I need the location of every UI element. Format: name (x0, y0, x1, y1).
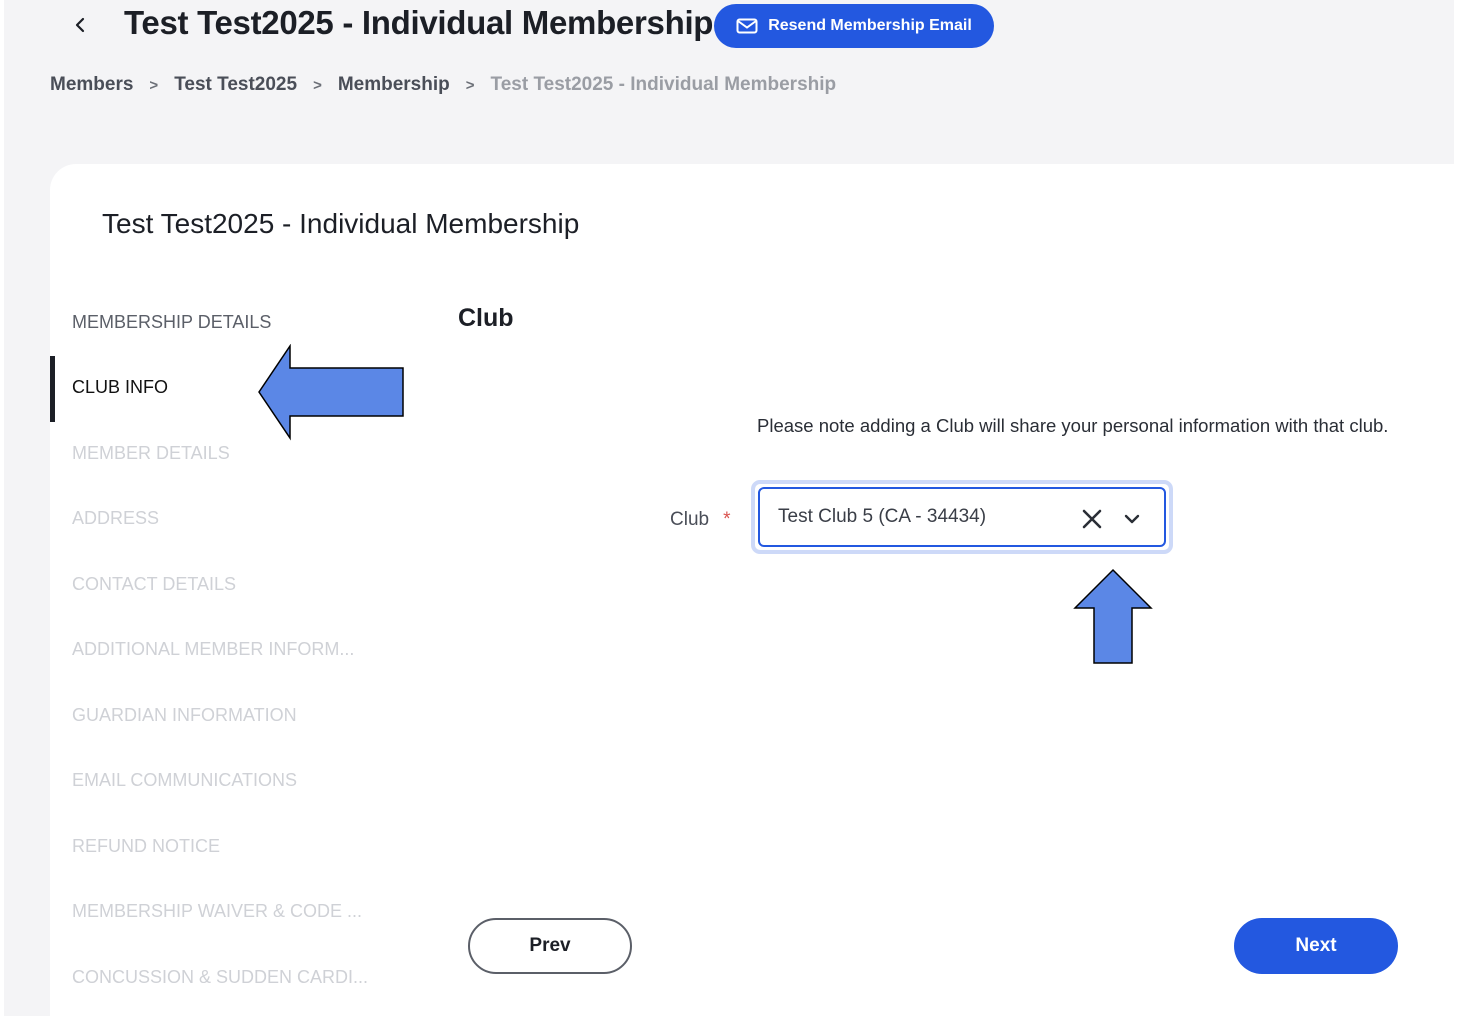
breadcrumb-current: Test Test2025 - Individual Membership (490, 74, 837, 95)
step-address[interactable]: ADDRESS (72, 508, 159, 529)
step-membership-details[interactable]: MEMBERSHIP DETAILS (72, 312, 271, 333)
club-select-value: Test Club 5 (CA - 34434) (778, 506, 987, 527)
breadcrumb-members[interactable]: Members (50, 74, 133, 96)
club-select[interactable]: Test Club 5 (CA - 34434) (758, 487, 1166, 547)
next-button[interactable]: Next (1234, 918, 1398, 974)
step-refund-notice[interactable]: REFUND NOTICE (72, 836, 220, 857)
resend-button-label: Resend Membership Email (768, 17, 972, 34)
back-button[interactable] (66, 10, 96, 40)
club-field-label: Club * (670, 509, 730, 531)
page-title: Test Test2025 - Individual Membership (124, 4, 714, 41)
required-marker: * (723, 509, 731, 530)
chevron-left-icon (75, 17, 85, 33)
step-member-details[interactable]: MEMBER DETAILS (72, 443, 230, 464)
breadcrumb-member-name[interactable]: Test Test2025 (174, 74, 297, 96)
breadcrumb-membership[interactable]: Membership (338, 74, 450, 96)
step-concussion-sudden-cardiac[interactable]: CONCUSSION & SUDDEN CARDI... (72, 967, 368, 988)
up-arrow-annotation (1073, 568, 1153, 664)
breadcrumb-separator: > (313, 76, 322, 94)
card-title: Test Test2025 - Individual Membership (102, 208, 580, 239)
step-additional-member-information[interactable]: ADDITIONAL MEMBER INFORM... (72, 639, 354, 660)
section-title: Club (458, 304, 514, 332)
step-guardian-information[interactable]: GUARDIAN INFORMATION (72, 705, 297, 726)
chevron-down-icon[interactable] (1122, 509, 1142, 529)
prev-button[interactable]: Prev (468, 918, 632, 974)
membership-card: Test Test2025 - Individual Membership ME… (50, 164, 1454, 1016)
mail-icon (736, 18, 758, 34)
step-contact-details[interactable]: CONTACT DETAILS (72, 574, 236, 595)
step-club-info[interactable]: CLUB INFO (72, 377, 168, 398)
left-arrow-annotation (258, 344, 404, 441)
close-icon[interactable] (1080, 507, 1104, 531)
active-step-indicator (50, 356, 55, 422)
breadcrumb-separator: > (149, 76, 159, 94)
step-membership-waiver[interactable]: MEMBERSHIP WAIVER & CODE ... (72, 901, 362, 922)
breadcrumb-separator: > (465, 76, 475, 94)
club-select-focus-ring: Test Club 5 (CA - 34434) (751, 480, 1173, 554)
resend-membership-email-button[interactable]: Resend Membership Email (714, 4, 994, 48)
breadcrumb: Members > Test Test2025 > Membership > T… (50, 74, 836, 96)
club-privacy-note: Please note adding a Club will share you… (757, 415, 1389, 436)
step-email-communications[interactable]: EMAIL COMMUNICATIONS (72, 770, 297, 791)
club-label-text: Club (670, 509, 710, 530)
